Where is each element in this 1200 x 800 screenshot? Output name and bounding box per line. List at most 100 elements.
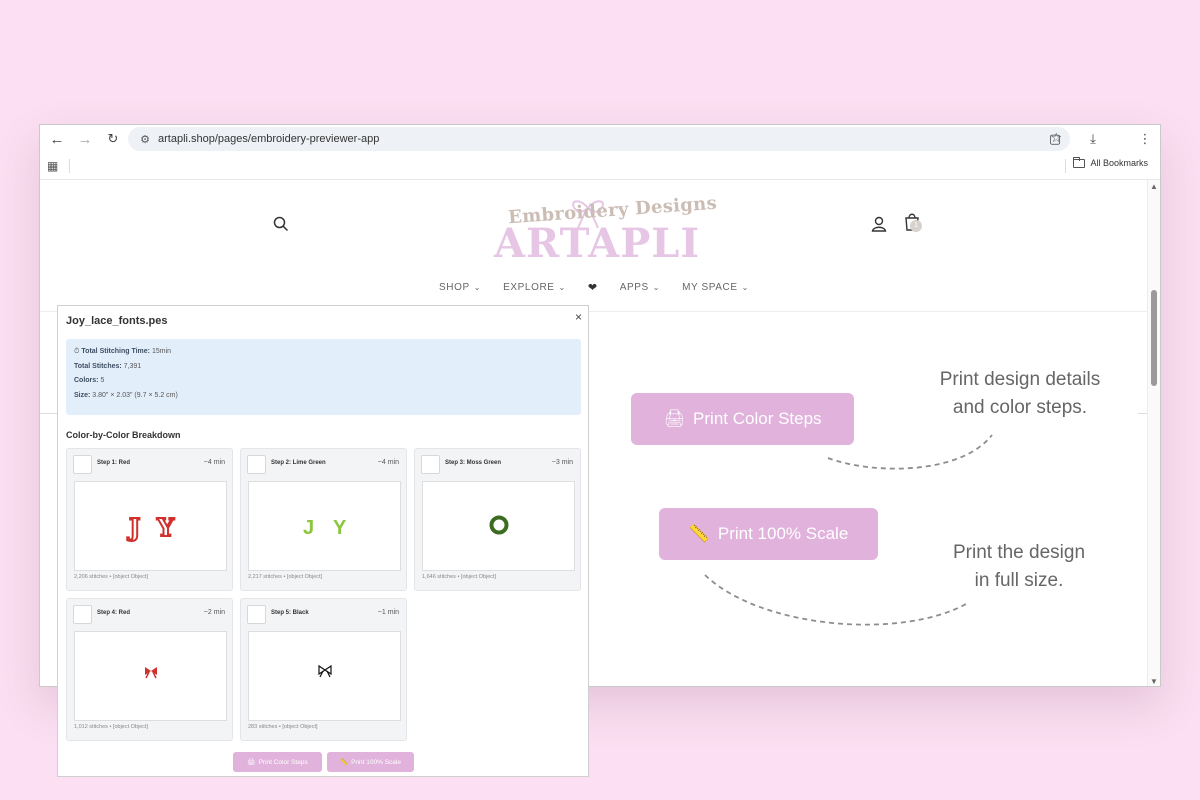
- scrollbar-thumb[interactable]: [1151, 290, 1157, 386]
- black-bow-outline-preview: [318, 664, 332, 678]
- step-time: ~4 min: [377, 459, 399, 466]
- design-summary: ⏱ Total Stitching Time: 15min Total Stit…: [66, 339, 581, 415]
- summary-row-stitches: Total Stitches: 7,391: [74, 360, 573, 375]
- close-icon[interactable]: ×: [575, 310, 582, 324]
- nav-item-shop[interactable]: SHOP ⌄: [439, 281, 481, 294]
- caption-line: Print the design: [952, 542, 1086, 563]
- print-full-scale-label: Print 100% Scale: [351, 758, 401, 766]
- step-extra: [object Object]: [460, 574, 497, 580]
- chevron-down-icon: ⌄: [473, 283, 482, 292]
- jy-letters-preview: J Y: [303, 517, 347, 539]
- stitch-count: 1,646 stitches: [422, 574, 456, 580]
- step-card: Step 4: Red ~2 min 1,012 stitches • [obj…: [66, 598, 233, 741]
- step-time: ~2 min: [203, 609, 225, 616]
- all-bookmarks-button[interactable]: All Bookmarks: [1073, 156, 1148, 168]
- step-extra: [object Object]: [282, 724, 318, 730]
- step-card: Step 1: Red ~4 min J Y 2,206 stitches • …: [66, 448, 233, 591]
- step-name: Step 3: Moss Green: [445, 460, 502, 466]
- browser-menu-icon[interactable]: ⋮: [1132, 126, 1158, 152]
- curved-dashed-arrow: [704, 574, 967, 626]
- account-icon[interactable]: [870, 215, 888, 233]
- stitch-count: 1,012 stitches: [74, 724, 108, 730]
- print-color-steps-label: Print Color Steps: [258, 758, 308, 766]
- forward-arrow-icon[interactable]: →: [72, 126, 98, 152]
- svg-text:J: J: [127, 513, 140, 542]
- summary-value: 3.80" × 2.03" (9.7 × 5.2 cm): [92, 391, 178, 399]
- print-full-scale-button[interactable]: 📏 Print 100% Scale: [327, 752, 414, 772]
- address-bar[interactable]: ⚙ artapli.shop/pages/embroidery-previewe…: [128, 127, 1070, 151]
- step-preview: J Y: [74, 481, 227, 571]
- step-preview: [422, 481, 575, 571]
- site-logo[interactable]: Embroidery Designs ARTAPLI: [480, 186, 718, 267]
- step-time: ~3 min: [551, 459, 573, 466]
- nav-item-label: APPS: [619, 282, 649, 293]
- heart-icon: ❤: [587, 282, 598, 294]
- ruler-icon: 📏: [688, 524, 710, 543]
- color-swatch: [73, 605, 92, 624]
- wreath-preview: [489, 515, 509, 535]
- nav-item-my-space[interactable]: MY SPACE ⌄: [682, 281, 749, 294]
- back-arrow-icon[interactable]: ←: [44, 126, 70, 152]
- printer-icon: 🖨: [247, 759, 256, 766]
- page-scrollbar[interactable]: ▲ ▼: [1147, 180, 1160, 686]
- step-preview: J Y: [248, 481, 401, 571]
- summary-value: 15min: [151, 348, 172, 355]
- apps-grid-icon[interactable]: ▦: [47, 159, 58, 173]
- printer-icon: 🖨: [663, 409, 686, 428]
- scroll-up-arrow-icon[interactable]: ▲: [1150, 182, 1158, 191]
- color-steps-caption: Print design details and color steps.: [905, 366, 1135, 422]
- step-name: Step 1: Red: [97, 460, 131, 466]
- stitch-count: 2,217 stitches: [248, 574, 282, 580]
- reload-icon[interactable]: ↻: [100, 126, 126, 152]
- chevron-down-icon: ⌄: [652, 283, 661, 292]
- svg-text:Y: Y: [333, 517, 347, 539]
- folder-icon: [1073, 156, 1086, 168]
- bookmarks-bar: ▦ All Bookmarks: [40, 153, 1160, 180]
- step-extra: [object Object]: [112, 574, 149, 580]
- step-name: Step 4: Red: [97, 610, 131, 616]
- nav-item-explore[interactable]: EXPLORE ⌄: [503, 281, 566, 294]
- summary-label: Total Stitches:: [74, 362, 122, 370]
- step-time: ~4 min: [203, 459, 225, 466]
- site-info-icon[interactable]: ⚙: [132, 133, 158, 146]
- chevron-down-icon: ⌄: [741, 283, 749, 292]
- search-icon[interactable]: [272, 215, 290, 233]
- red-bow-preview: [145, 667, 157, 679]
- stitch-count: 283 stitches: [248, 724, 278, 730]
- extensions-icon[interactable]: ▢: [1042, 126, 1068, 152]
- nav-item-favorites[interactable]: ❤: [588, 281, 598, 294]
- step-name: Step 5: Black: [271, 610, 309, 616]
- step-card: Step 2: Lime Green ~4 min J Y 2,217 stit…: [240, 448, 407, 591]
- summary-label: Colors:: [74, 377, 99, 384]
- summary-label: Total Stitching Time:: [81, 348, 150, 355]
- color-swatch: [247, 455, 266, 474]
- step-meta: 1,646 stitches • [object Object]: [422, 574, 497, 580]
- color-swatch: [247, 605, 266, 624]
- color-swatch: [73, 455, 92, 474]
- svg-text:Y: Y: [156, 513, 175, 542]
- summary-label: Size:: [74, 391, 91, 399]
- step-extra: [object Object]: [286, 574, 323, 580]
- step-meta: 2,217 stitches • [object Object]: [248, 574, 323, 580]
- ruler-icon: 📏: [340, 759, 349, 766]
- jy-letters-preview: J Y: [126, 512, 176, 543]
- download-icon[interactable]: ⤓: [1080, 126, 1106, 152]
- print-color-steps-button[interactable]: 🖨 Print Color Steps: [233, 752, 322, 772]
- step-preview: [74, 631, 227, 721]
- step-meta: 2,206 stitches • [object Object]: [74, 574, 149, 580]
- modal-title: Joy_lace_fonts.pes: [66, 315, 168, 327]
- summary-value: 7,391: [123, 362, 142, 370]
- svg-text:J: J: [303, 517, 314, 539]
- nav-item-apps[interactable]: APPS ⌄: [620, 281, 660, 294]
- summary-row-time: ⏱ Total Stitching Time: 15min: [74, 345, 573, 360]
- nav-item-label: MY SPACE: [682, 282, 738, 293]
- cart-count-badge: 1: [910, 220, 922, 232]
- print-full-scale-promo-button[interactable]: 📏 Print 100% Scale: [659, 508, 878, 560]
- main-navigation: SHOP ⌄ EXPLORE ⌄ ❤ APPS ⌄ MY SPACE ⌄: [40, 281, 1148, 294]
- bookmark-separator: [69, 159, 70, 173]
- url-text: artapli.shop/pages/embroidery-previewer-…: [158, 133, 380, 145]
- print-color-steps-label: Print Color Steps: [693, 409, 822, 428]
- scroll-down-arrow-icon[interactable]: ▼: [1150, 677, 1158, 686]
- summary-value: 5: [100, 377, 105, 384]
- all-bookmarks-label: All Bookmarks: [1090, 158, 1148, 168]
